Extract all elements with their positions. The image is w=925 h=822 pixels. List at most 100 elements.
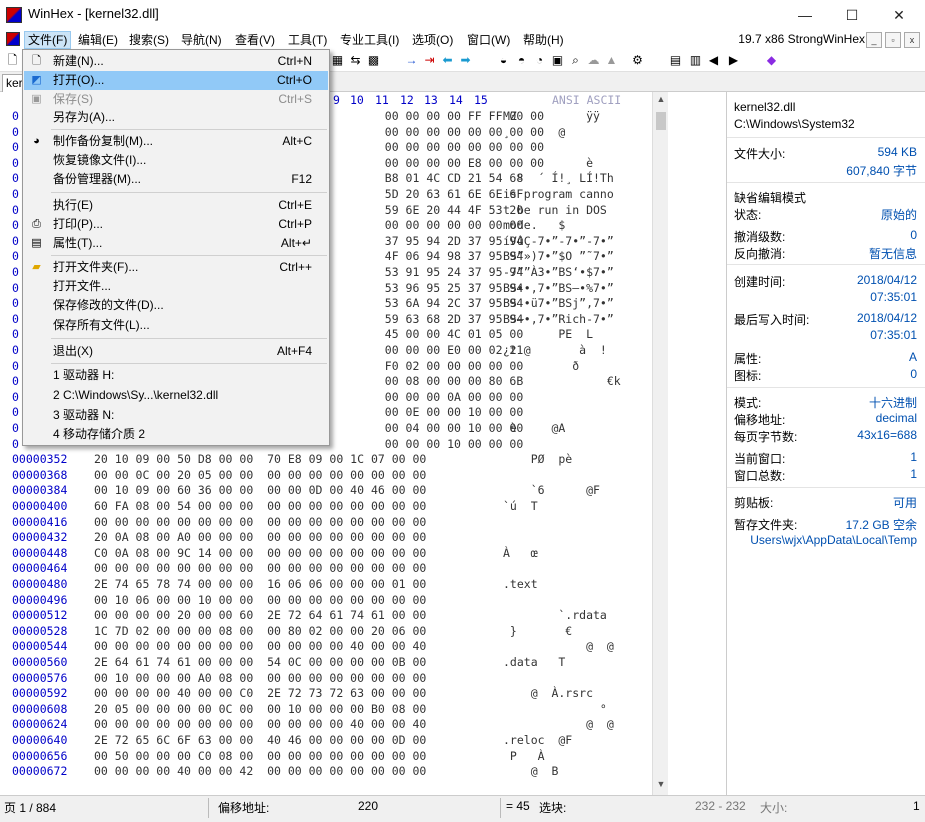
row-text[interactable]: BS••,7•”BS–•%7•” xyxy=(503,281,614,295)
row-hex-bytes[interactable]: 00 00 00 00 20 00 00 60 2E 72 64 61 74 6… xyxy=(94,608,426,622)
row-hex-bytes[interactable]: 00 10 09 00 60 36 00 00 00 00 0D 00 40 4… xyxy=(94,483,426,497)
menu-recent-1[interactable]: 1 驱动器 H: xyxy=(24,366,328,385)
row-text[interactable]: } € xyxy=(503,624,572,638)
menu-open-files[interactable]: 打开文件... xyxy=(24,277,328,296)
back-arrow-icon[interactable]: ⬅ xyxy=(440,53,455,68)
row-text[interactable]: @ B xyxy=(503,764,559,778)
menu-exit[interactable]: 退出(X) Alt+F4 xyxy=(24,342,328,361)
row-text[interactable]: @ @ xyxy=(503,717,614,731)
row-hex-bytes[interactable]: 00 50 00 00 00 C0 08 00 00 00 00 00 00 0… xyxy=(94,749,426,763)
scroll-up-icon[interactable]: ▲ xyxy=(653,94,669,108)
mdi-restore-button[interactable]: ▫ xyxy=(885,32,901,48)
row-text[interactable]: BS”»)7•”$O ”˜7•” xyxy=(503,249,614,263)
row-text[interactable]: @ À.rsrc xyxy=(503,686,593,700)
find-icon[interactable]: ⌕ xyxy=(568,53,583,68)
menu-navigate[interactable]: 导航(N) xyxy=(178,31,225,49)
table-view-icon[interactable]: ▥ xyxy=(688,53,703,68)
ram-icon[interactable]: ◓ xyxy=(514,53,529,68)
forward-arrow-icon[interactable]: ➡ xyxy=(458,53,473,68)
row-hex-bytes[interactable]: C0 0A 08 00 9C 14 00 00 00 00 00 00 00 0… xyxy=(94,546,426,560)
row-text[interactable]: íVûÇ-7•”-7•”-7•” xyxy=(503,234,614,248)
row-hex-bytes[interactable]: 00 00 00 00 00 00 00 00 00 00 00 00 40 0… xyxy=(94,717,426,731)
convert-icon[interactable]: ⇆ xyxy=(348,53,363,68)
row-text[interactable]: P À xyxy=(503,749,545,763)
new-file-icon[interactable]: 🗋 xyxy=(5,53,20,68)
menu-search[interactable]: 搜索(S) xyxy=(126,31,172,49)
maximize-button[interactable]: ☐ xyxy=(832,4,872,26)
menu-recent-2[interactable]: 2 C:\Windows\Sy...\kernel32.dll xyxy=(24,386,328,405)
document-icon[interactable] xyxy=(6,32,20,46)
next-block-icon[interactable]: ▶ xyxy=(726,53,741,68)
row-text[interactable]: PE L xyxy=(503,327,593,341)
goto-offset-icon[interactable]: → xyxy=(404,53,419,68)
menu-open[interactable]: ◩ 打开(O)... Ctrl+O xyxy=(24,71,328,90)
row-text[interactable]: ð xyxy=(503,359,579,373)
row-hex-bytes[interactable]: 20 05 00 00 00 00 0C 00 00 10 00 00 00 B… xyxy=(94,702,426,716)
menu-options[interactable]: 选项(O) xyxy=(409,31,456,49)
disk-icon[interactable]: ◒ xyxy=(496,53,511,68)
row-text[interactable]: è @A xyxy=(503,421,565,435)
row-hex-bytes[interactable]: 00 00 00 00 40 00 00 42 00 00 00 00 00 0… xyxy=(94,764,426,778)
row-hex-bytes[interactable]: 20 10 09 00 50 D8 00 00 70 E8 09 00 1C 0… xyxy=(94,452,426,466)
row-hex-bytes[interactable]: 00 00 00 00 40 00 00 C0 2E 72 73 72 63 0… xyxy=(94,686,426,700)
vertical-scrollbar[interactable]: ▲ ▼ xyxy=(652,92,668,795)
menu-save-as[interactable]: 另存为(A)... xyxy=(24,108,328,127)
row-hex-bytes[interactable]: 00 00 00 00 00 00 00 00 00 00 00 00 40 0… xyxy=(94,639,426,653)
row-text[interactable]: .data T xyxy=(503,655,565,669)
menu-recent-4[interactable]: 4 移动存储介质 2 xyxy=(24,425,328,444)
menu-recent-3[interactable]: 3 驱动器 N: xyxy=(24,406,328,425)
row-text[interactable]: ¿t @ à ! xyxy=(503,343,607,357)
row-hex-bytes[interactable]: 20 0A 08 00 A0 00 00 00 00 00 00 00 00 0… xyxy=(94,530,426,544)
row-text[interactable]: .reloc @F xyxy=(503,733,572,747)
menu-specialist-tools[interactable]: 专业工具(I) xyxy=(337,31,402,49)
row-text[interactable]: mode. $ xyxy=(503,218,565,232)
close-button[interactable]: ✕ xyxy=(879,4,919,26)
menu-restore-image[interactable]: 恢复镜像文件(I)... xyxy=(24,151,328,170)
menu-print[interactable]: ⎙ 打印(P)... Ctrl+P xyxy=(24,215,328,234)
row-text[interactable]: PØ pè xyxy=(503,452,573,466)
prev-block-icon[interactable]: ◀ xyxy=(706,53,721,68)
row-text[interactable]: BS–•,7•”Rich-7•” xyxy=(503,312,614,326)
menu-tools[interactable]: 工具(T) xyxy=(285,31,330,49)
row-hex-bytes[interactable]: 00 00 00 00 00 00 00 00 00 00 00 00 00 0… xyxy=(94,515,426,529)
row-text[interactable]: MZ ÿÿ xyxy=(503,109,600,123)
menu-open-folder[interactable]: ▰ 打开文件夹(F)... Ctrl++ xyxy=(24,258,328,277)
disk-edit-icon[interactable]: ◔ xyxy=(532,53,547,68)
row-hex-bytes[interactable]: 2E 74 65 78 74 00 00 00 16 06 06 00 00 0… xyxy=(94,577,426,591)
row-hex-bytes[interactable]: 2E 72 65 6C 6F 63 00 00 40 46 00 00 00 0… xyxy=(94,733,426,747)
menu-new[interactable]: 🗋 新建(N)... Ctrl+N xyxy=(24,52,328,71)
row-hex-bytes[interactable]: 60 FA 08 00 54 00 00 00 00 00 00 00 00 0… xyxy=(94,499,426,513)
row-hex-bytes[interactable]: 1C 7D 02 00 00 00 08 00 00 80 02 00 00 2… xyxy=(94,624,426,638)
row-text[interactable]: `.rdata xyxy=(503,608,606,622)
row-text[interactable]: è xyxy=(503,156,593,170)
menu-window[interactable]: 窗口(W) xyxy=(464,31,513,49)
row-text[interactable]: is program canno xyxy=(503,187,614,201)
row-hex-bytes[interactable]: 2E 64 61 74 61 00 00 00 54 0C 00 00 00 0… xyxy=(94,655,426,669)
row-text[interactable]: t be run in DOS xyxy=(503,203,607,217)
menu-execute[interactable]: 执行(E) Ctrl+E xyxy=(24,196,328,215)
mdi-minimize-button[interactable]: _ xyxy=(866,32,882,48)
scroll-thumb[interactable] xyxy=(656,112,666,130)
menu-view[interactable]: 查看(V) xyxy=(232,31,278,49)
menu-help[interactable]: 帮助(H) xyxy=(520,31,567,49)
row-text[interactable]: º ´ Í!¸ LÍ!Th xyxy=(503,171,614,185)
mdi-close-button[interactable]: x xyxy=(904,32,920,48)
grid-view-icon[interactable]: ▤ xyxy=(668,53,683,68)
bookmark-icon[interactable]: ▲ xyxy=(604,53,619,68)
row-text[interactable]: @ @ xyxy=(503,639,614,653)
minimize-button[interactable]: — xyxy=(785,4,825,26)
calculator-icon[interactable]: ▣ xyxy=(550,53,565,68)
row-text[interactable]: À œ xyxy=(503,546,538,560)
goto-sector-icon[interactable]: ⇥ xyxy=(422,53,437,68)
menu-save[interactable]: ▣ 保存(S) Ctrl+S xyxy=(24,90,328,109)
row-hex-bytes[interactable]: 00 10 00 00 00 A0 08 00 00 00 00 00 00 0… xyxy=(94,671,426,685)
menu-save-modified[interactable]: 保存修改的文件(D)... xyxy=(24,296,328,315)
cloud-icon[interactable]: ☁ xyxy=(586,53,601,68)
row-text[interactable]: €k xyxy=(503,374,621,388)
row-text[interactable]: .text xyxy=(503,577,538,591)
row-text[interactable]: `6 @F xyxy=(503,483,600,497)
book-icon[interactable]: ◆ xyxy=(764,53,779,68)
row-text[interactable]: BS •ü7•”BSj”,7•” xyxy=(503,296,614,310)
menu-properties[interactable]: ▤ 属性(T)... Alt+↵ xyxy=(24,234,328,253)
menu-backup-manager[interactable]: 备份管理器(M)... F12 xyxy=(24,170,328,189)
